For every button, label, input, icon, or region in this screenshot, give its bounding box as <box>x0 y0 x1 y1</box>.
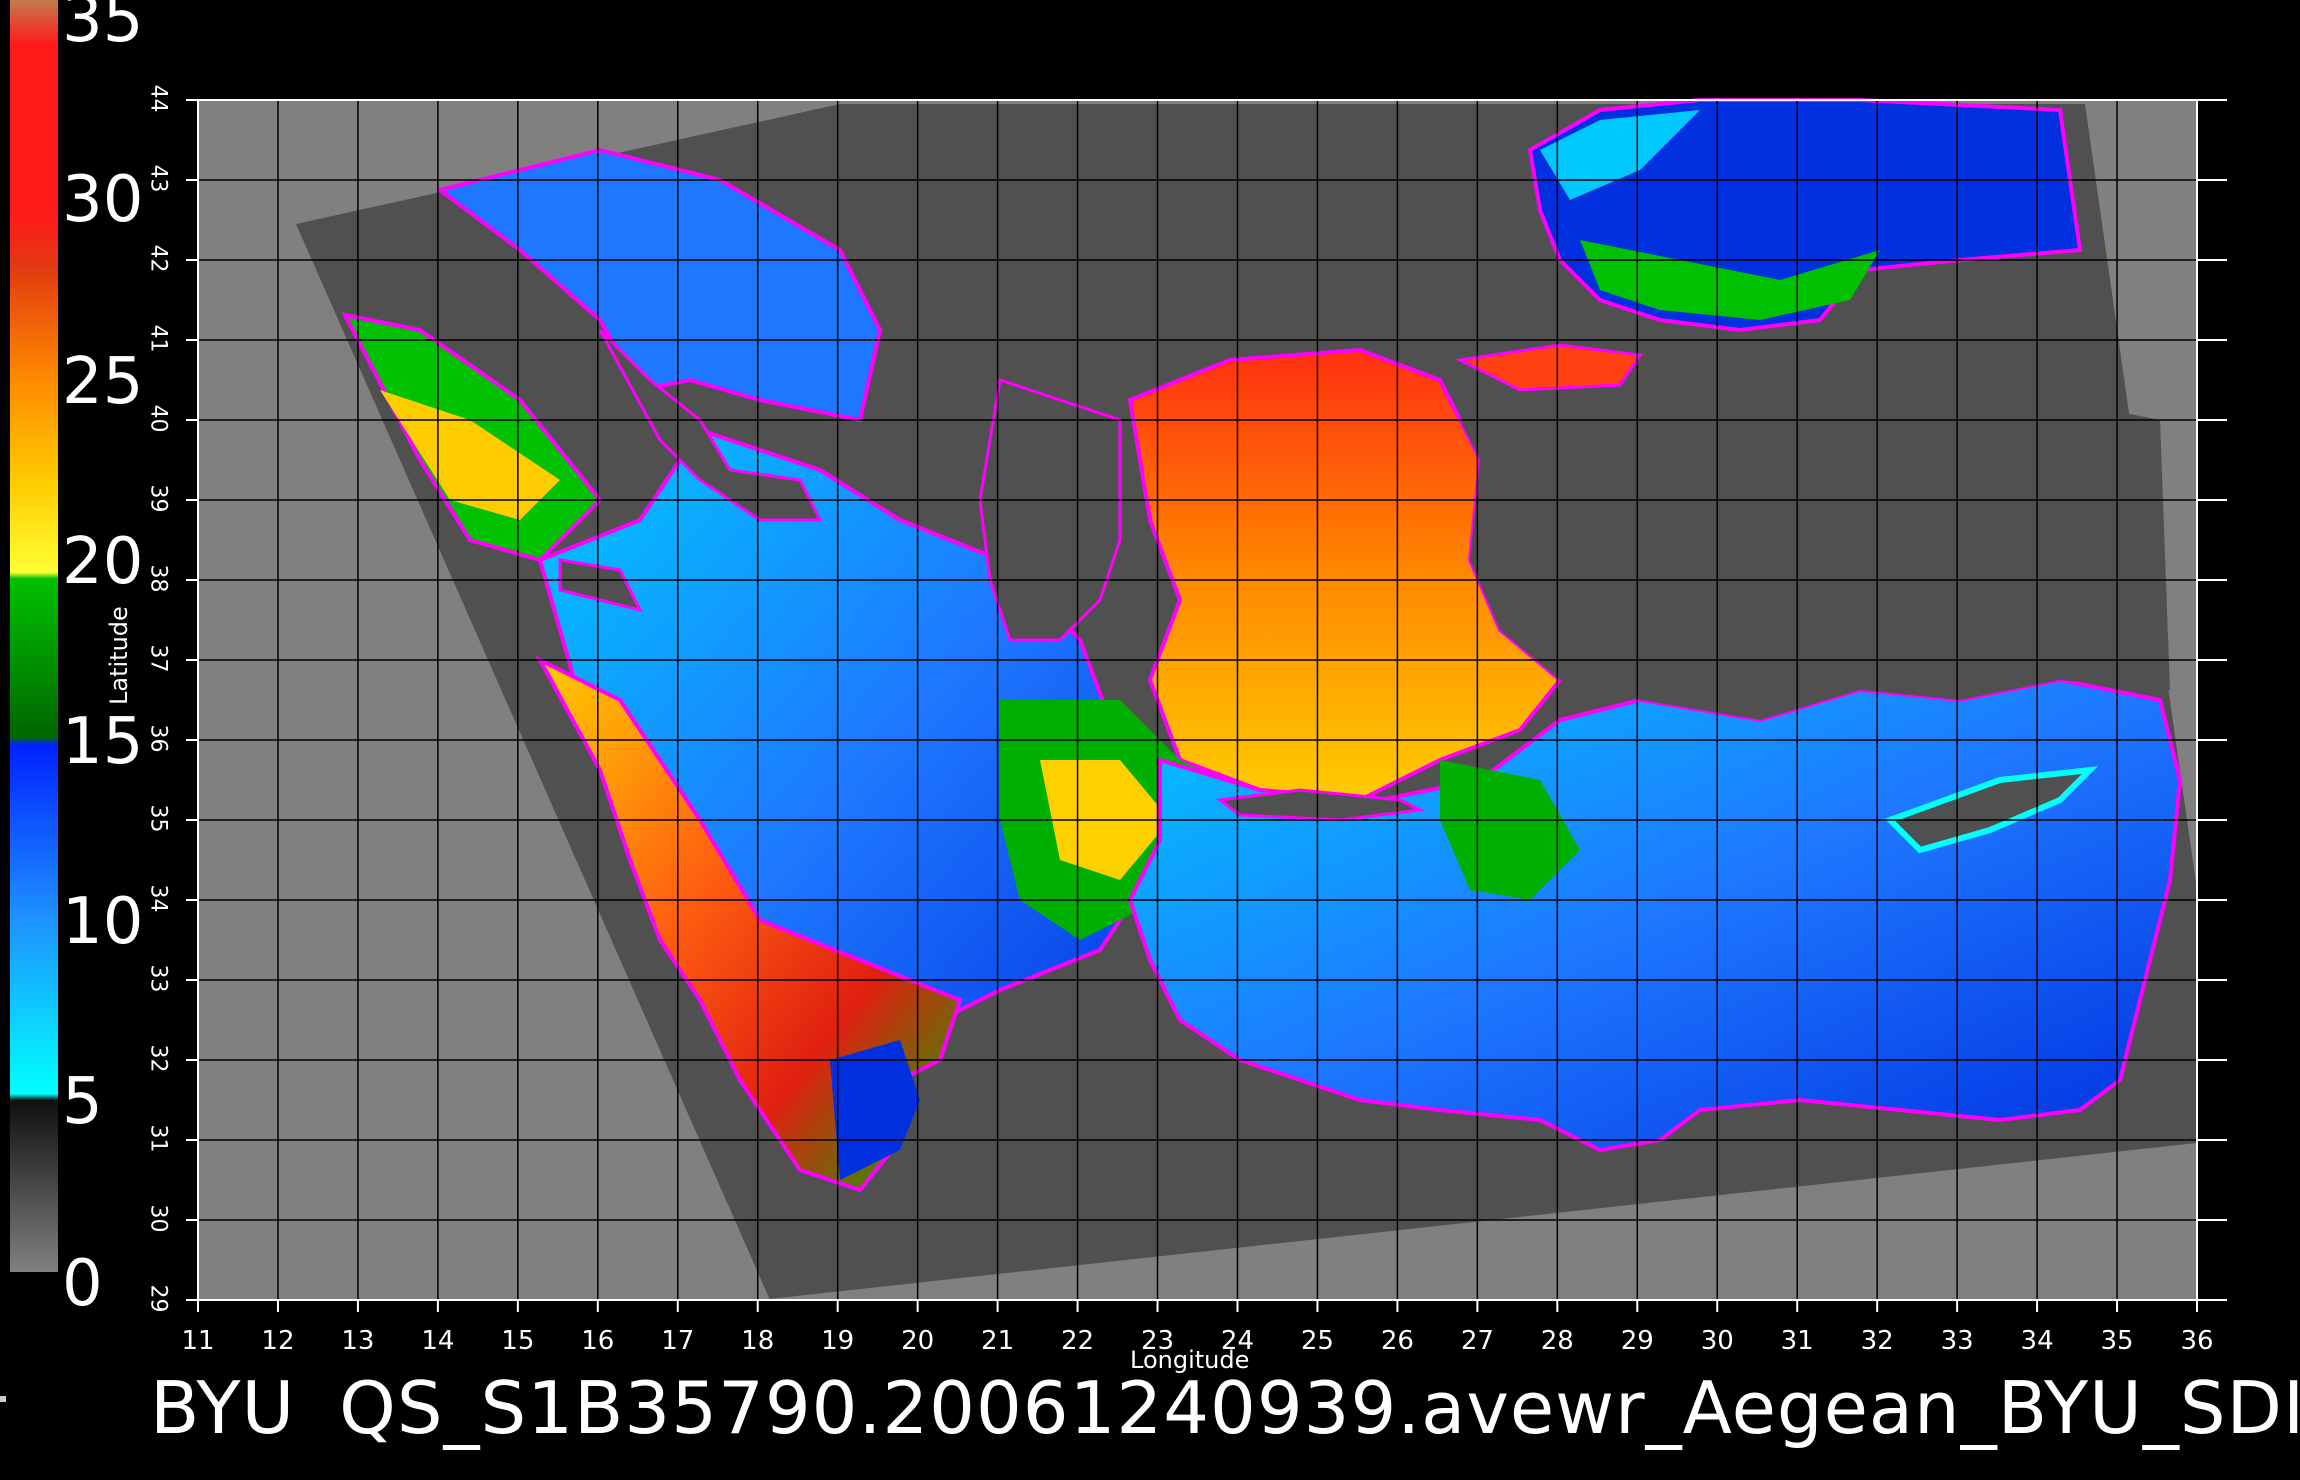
lon-tick-label: 33 <box>1940 1326 1974 1356</box>
lon-tick-label: 11 <box>181 1326 215 1356</box>
lon-tick-label: 31 <box>1780 1326 1814 1356</box>
lon-tick-label: 26 <box>1380 1326 1414 1356</box>
lon-tick-label: 22 <box>1061 1326 1095 1356</box>
lat-tick-label: 37 <box>145 644 171 673</box>
lon-tick-label: 15 <box>501 1326 535 1356</box>
left-edge-mark <box>0 1396 6 1402</box>
lon-tick-label: 13 <box>341 1326 375 1356</box>
lat-tick-label: 31 <box>145 1124 171 1153</box>
lon-tick-label: 29 <box>1620 1326 1654 1356</box>
lat-tick-label: 35 <box>145 804 171 833</box>
lat-tick-label: 44 <box>145 84 171 113</box>
lon-tick-label: 17 <box>661 1326 695 1356</box>
lon-tick-label: 25 <box>1300 1326 1334 1356</box>
lon-tick-label: 18 <box>741 1326 775 1356</box>
lon-tick-label: 12 <box>261 1326 295 1356</box>
lat-tick-label: 29 <box>145 1284 171 1313</box>
lat-tick-label: 36 <box>145 724 171 753</box>
lon-tick-label: 27 <box>1460 1326 1494 1356</box>
lat-tick-label: 30 <box>145 1204 171 1233</box>
lon-tick-label: 23 <box>1140 1326 1175 1356</box>
lat-tick-label: 43 <box>145 164 171 193</box>
lon-tick-label: 35 <box>2100 1326 2134 1356</box>
lat-tick-label: 41 <box>145 324 171 353</box>
caption-filename: QS_S1B35790.20061240939.avewr_Aegean_BYU… <box>339 1366 2300 1450</box>
lon-tick-label: 30 <box>1700 1326 1734 1356</box>
lon-tick-label: 34 <box>2020 1326 2054 1356</box>
lat-tick-label: 39 <box>145 484 171 513</box>
lat-tick-label: 33 <box>145 964 171 993</box>
lon-tick-label: 21 <box>981 1326 1015 1356</box>
lat-tick-label: 34 <box>145 884 171 913</box>
y-axis-title: Latitude <box>105 606 133 705</box>
lon-tick-label: 20 <box>901 1326 935 1356</box>
lat-tick-label: 40 <box>145 404 171 433</box>
image-caption: BYU QS_S1B35790.20061240939.avewr_Aegean_… <box>150 1368 2300 1448</box>
lat-tick-label: 32 <box>145 1044 171 1073</box>
lon-tick-label: 19 <box>821 1326 855 1356</box>
lon-tick-label: 24 <box>1220 1326 1255 1356</box>
lon-tick-label: 16 <box>581 1326 615 1356</box>
wind-map <box>186 98 2227 1312</box>
lon-tick-label: 32 <box>1860 1326 1894 1356</box>
lat-tick-label: 38 <box>145 564 171 593</box>
lon-tick-label: 14 <box>421 1326 455 1356</box>
caption-prefix: BYU <box>150 1366 296 1450</box>
lon-tick-label: 28 <box>1540 1326 1574 1356</box>
lon-tick-label: 36 <box>2180 1326 2214 1356</box>
lat-tick-label: 42 <box>145 244 171 273</box>
